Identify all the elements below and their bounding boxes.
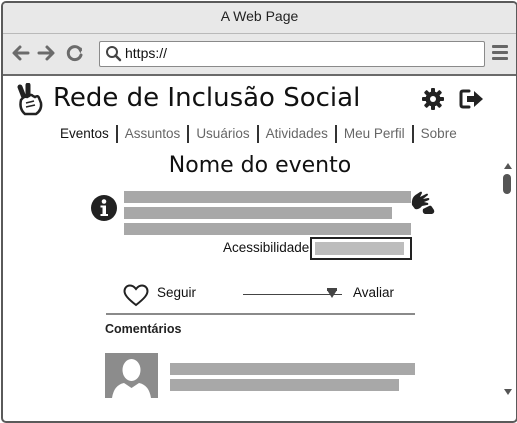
- rate-label: Avaliar: [353, 285, 395, 300]
- event-description-line: [124, 207, 392, 219]
- search-icon: [106, 46, 122, 62]
- tab-assuntos[interactable]: Assuntos: [118, 125, 190, 143]
- address-bar[interactable]: https://: [99, 41, 485, 67]
- section-divider: [106, 313, 415, 315]
- comment-text-line: [170, 379, 399, 391]
- event-name: Nome do evento: [168, 153, 352, 178]
- window-title: A Web Page: [3, 3, 516, 34]
- info-icon[interactable]: [90, 194, 118, 222]
- browser-toolbar: https://: [3, 34, 516, 76]
- scroll-down-arrow-icon[interactable]: [504, 389, 512, 395]
- gear-icon[interactable]: [421, 87, 445, 111]
- comments-title: Comentários: [105, 322, 182, 336]
- logout-icon[interactable]: [459, 88, 485, 110]
- page-content: Rede de Inclusão Social Eventos Assuntos: [3, 76, 516, 421]
- back-arrow-icon[interactable]: [10, 42, 32, 64]
- rating-slider-pointer[interactable]: [327, 290, 338, 298]
- site-title: Rede de Inclusão Social: [53, 83, 361, 113]
- tab-atividades[interactable]: Atividades: [259, 125, 337, 143]
- tab-sobre[interactable]: Sobre: [414, 125, 464, 143]
- tab-eventos[interactable]: Eventos: [53, 125, 118, 143]
- reload-icon[interactable]: [64, 42, 86, 64]
- event-description-line: [124, 223, 411, 235]
- comment-text-line: [170, 363, 415, 375]
- tab-meu-perfil[interactable]: Meu Perfil: [337, 125, 414, 143]
- accessibility-label: Acessibilidade: [223, 240, 310, 255]
- url-text: https://: [125, 45, 168, 61]
- accessibility-field[interactable]: [310, 237, 412, 260]
- scrollbar[interactable]: [500, 159, 516, 399]
- browser-window: A Web Page https:// Rede de Inclusão Soc…: [1, 1, 517, 423]
- heart-outline-icon[interactable]: [123, 284, 149, 307]
- user-avatar-icon[interactable]: [105, 353, 158, 398]
- tab-usuarios[interactable]: Usuários: [189, 125, 259, 143]
- forward-arrow-icon[interactable]: [35, 42, 57, 64]
- follow-button[interactable]: Seguir: [157, 285, 196, 300]
- event-description-line: [124, 191, 411, 203]
- main-nav: Eventos Assuntos Usuários Atividades Meu…: [53, 123, 464, 145]
- victory-hand-icon: [17, 83, 43, 116]
- hamburger-menu-icon[interactable]: [492, 45, 508, 63]
- sign-language-icon[interactable]: [409, 188, 437, 216]
